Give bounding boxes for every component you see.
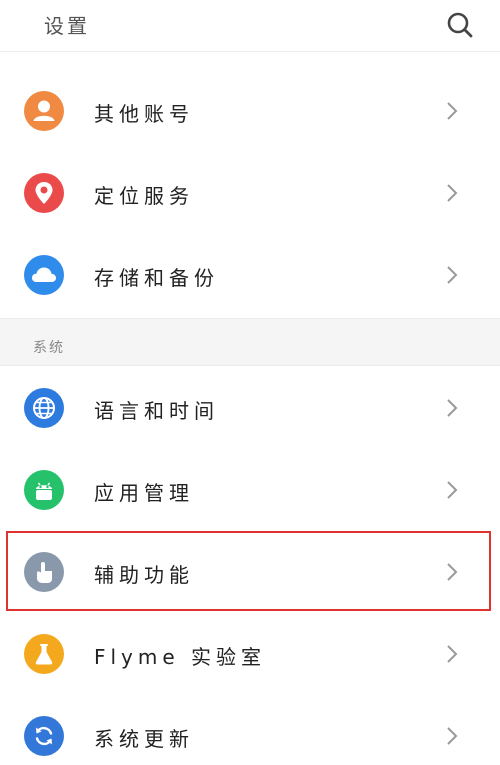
system-update-icon-badge	[24, 716, 64, 756]
top-spacer	[0, 52, 500, 70]
location-pin-icon	[35, 182, 53, 204]
android-icon	[36, 482, 52, 500]
settings-item-label: 定位服务	[94, 184, 194, 208]
chevron-right-icon	[447, 266, 458, 284]
person-icon	[33, 100, 55, 121]
flyme-lab-icon-badge	[24, 634, 64, 674]
search-icon	[447, 12, 473, 38]
cloud-icon	[32, 267, 56, 282]
settings-item-storage-backup[interactable]: 存储和备份	[0, 234, 500, 316]
chevron-right-icon	[447, 481, 458, 499]
search-button[interactable]	[444, 9, 476, 41]
chevron-right-icon	[447, 645, 458, 663]
settings-item-label: 存储和备份	[94, 266, 219, 290]
settings-item-label: 辅助功能	[94, 563, 194, 587]
location-icon-badge	[24, 173, 64, 213]
settings-item-flyme-lab[interactable]: Flyme 实验室	[0, 613, 500, 695]
storage-icon-badge	[24, 255, 64, 295]
settings-item-accessibility[interactable]: 辅助功能	[0, 531, 500, 613]
settings-item-label: 语言和时间	[94, 399, 219, 423]
app-management-icon-badge	[24, 470, 64, 510]
refresh-icon	[35, 726, 53, 746]
settings-item-other-accounts[interactable]: 其他账号	[0, 70, 500, 152]
app-header: 设置	[0, 0, 500, 52]
settings-item-label: 其他账号	[94, 102, 194, 126]
settings-item-label: 系统更新	[94, 727, 194, 751]
language-icon-badge	[24, 388, 64, 428]
hand-pointer-icon	[37, 562, 52, 583]
globe-icon	[33, 397, 55, 419]
chevron-right-icon	[447, 727, 458, 745]
chevron-right-icon	[447, 102, 458, 120]
settings-item-app-management[interactable]: 应用管理	[0, 449, 500, 531]
settings-item-location-service[interactable]: 定位服务	[0, 152, 500, 234]
flask-icon	[35, 644, 53, 665]
section-header-system: 系统	[0, 318, 500, 366]
settings-item-system-update[interactable]: 系统更新	[0, 695, 500, 765]
settings-item-language-time[interactable]: 语言和时间	[0, 367, 500, 449]
section-label: 系统	[33, 340, 65, 356]
other-accounts-icon-badge	[24, 91, 64, 131]
page-title: 设置	[44, 14, 90, 38]
settings-item-label: 应用管理	[94, 481, 194, 505]
chevron-right-icon	[447, 563, 458, 581]
accessibility-icon-badge	[24, 552, 64, 592]
chevron-right-icon	[447, 399, 458, 417]
chevron-right-icon	[447, 184, 458, 202]
settings-item-label: Flyme 实验室	[94, 645, 267, 669]
